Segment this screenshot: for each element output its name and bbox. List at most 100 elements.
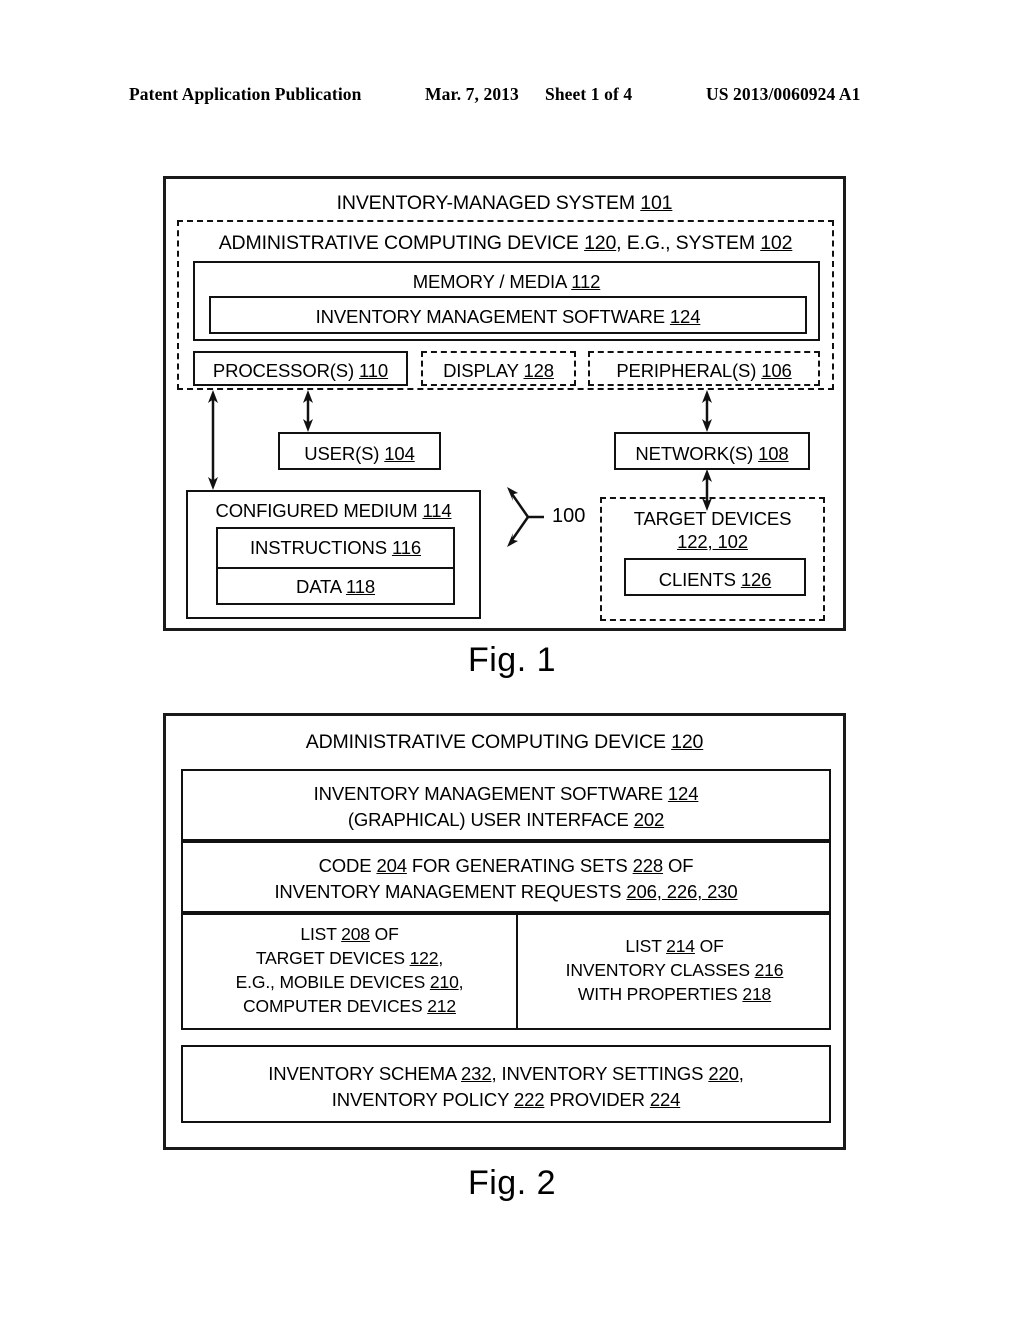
arrow-admin-to-users (303, 390, 313, 432)
fig2-list208-line3-a: E.G., MOBILE DEVICES (235, 972, 426, 992)
configured-medium-box: CONFIGURED MEDIUM 114 INSTRUCTIONS 116 D… (186, 490, 481, 619)
header-sheet: Sheet 1 of 4 (545, 84, 633, 104)
display-ref: 128 (523, 360, 554, 381)
networks-ref: 108 (758, 443, 789, 464)
clients-box: CLIENTS 126 (624, 558, 806, 596)
users-box: USER(S) 104 (278, 432, 441, 470)
fig2-code-line2-ref: 206, 226, 230 (626, 881, 738, 902)
fig2-code-line1-ref2: 228 (632, 855, 664, 876)
users-label-text: USER(S) (304, 443, 380, 464)
fig2-list214-line3: WITH PROPERTIES 218 (518, 982, 831, 1007)
peripherals-box: PERIPHERAL(S) 106 (588, 351, 820, 386)
fig2-list214-line2-a: INVENTORY CLASSES (565, 960, 750, 980)
fig2-list208-line2-b: , (438, 948, 444, 968)
peripherals-label: PERIPHERAL(S) 106 (590, 358, 818, 383)
inventory-management-software-label-text: INVENTORY MANAGEMENT SOFTWARE (315, 306, 665, 327)
header-publication: Patent Application Publication (129, 84, 362, 104)
target-devices-label: TARGET DEVICES (602, 506, 823, 531)
admin-device-eg-text: , E.G., SYSTEM (616, 232, 755, 254)
fig2-schema-line1-b: , INVENTORY SETTINGS (491, 1063, 704, 1084)
data-label: DATA 118 (218, 574, 453, 599)
admin-device-label-text: ADMINISTRATIVE COMPUTING DEVICE (218, 232, 579, 254)
configured-medium-ref: 114 (422, 500, 452, 521)
inventory-management-software-box: INVENTORY MANAGEMENT SOFTWARE 124 (209, 296, 807, 334)
fig2-software-ui-box: INVENTORY MANAGEMENT SOFTWARE 124 (GRAPH… (181, 769, 831, 841)
admin-device-ref: 120 (584, 232, 617, 254)
processors-box: PROCESSOR(S) 110 (193, 351, 408, 386)
fig2-list214-column: LIST 214 OF INVENTORY CLASSES 216 WITH P… (518, 915, 831, 1028)
fig2-admin-device-ref: 120 (671, 731, 704, 753)
fig2-software-line2-ref: 202 (633, 809, 665, 830)
configured-medium-label: CONFIGURED MEDIUM 114 (188, 498, 479, 523)
arrow-admin-to-networks (702, 390, 712, 432)
figure-1-frame: INVENTORY-MANAGED SYSTEM 101 ADMINISTRAT… (163, 176, 846, 631)
networks-box: NETWORK(S) 108 (614, 432, 810, 470)
fig2-schema-line2: INVENTORY POLICY 222 PROVIDER 224 (183, 1087, 829, 1112)
callout-100-arrow (507, 487, 544, 547)
clients-label-text: CLIENTS (658, 569, 736, 590)
fig2-schema-line1-ref2: 220 (708, 1063, 739, 1084)
admin-device-eg-ref: 102 (760, 232, 793, 254)
processors-ref: 110 (359, 360, 389, 381)
fig2-code-line2: INVENTORY MANAGEMENT REQUESTS 206, 226, … (183, 879, 829, 904)
fig2-list208-line1-b: OF (374, 924, 399, 944)
fig2-list214-line1: LIST 214 OF (518, 934, 831, 959)
fig2-code-line1-c: OF (668, 855, 694, 876)
data-label-text: DATA (295, 576, 341, 597)
display-box: DISPLAY 128 (421, 351, 576, 386)
peripherals-label-text: PERIPHERAL(S) (616, 360, 757, 381)
fig2-list214-line1-b: OF (699, 936, 724, 956)
fig2-list208-line3: E.G., MOBILE DEVICES 210, (183, 970, 516, 995)
fig2-schema-line1-ref: 232 (461, 1063, 492, 1084)
fig2-list208-line4-ref: 212 (427, 996, 456, 1016)
fig2-list214-line1-a: LIST (625, 936, 662, 956)
fig2-code-line1-a: CODE (318, 855, 372, 876)
instructions-data-box: INSTRUCTIONS 116 DATA 118 (216, 527, 455, 605)
processors-label: PROCESSOR(S) 110 (195, 358, 406, 383)
header-doc-number: US 2013/0060924 A1 (706, 84, 861, 104)
clients-ref: 126 (740, 569, 772, 590)
target-devices-box: TARGET DEVICES 122, 102 CLIENTS 126 (600, 497, 825, 621)
fig2-schema-settings-box: INVENTORY SCHEMA 232, INVENTORY SETTINGS… (181, 1045, 831, 1123)
target-devices-ref-line: 122, 102 (602, 529, 823, 554)
fig2-schema-line1-c: , (738, 1063, 744, 1084)
target-devices-label-text: TARGET DEVICES (633, 508, 792, 529)
fig2-list208-line2-a: TARGET DEVICES (255, 948, 405, 968)
system-ref: 101 (640, 192, 673, 214)
system-title-text: INVENTORY-MANAGED SYSTEM (336, 192, 636, 214)
processors-label-text: PROCESSOR(S) (212, 360, 355, 381)
fig2-schema-line2-b: PROVIDER (549, 1089, 645, 1110)
callout-100-label: 100 (552, 505, 586, 527)
networks-label-text: NETWORK(S) (635, 443, 754, 464)
fig2-code-line1-ref: 204 (376, 855, 407, 876)
instructions-label-text: INSTRUCTIONS (250, 537, 387, 558)
data-ref: 118 (345, 576, 376, 597)
instructions-label: INSTRUCTIONS 116 (218, 535, 453, 560)
fig2-list208-line1-ref: 208 (341, 924, 370, 944)
memory-media-box: MEMORY / MEDIA 112 INVENTORY MANAGEMENT … (193, 261, 820, 341)
fig2-software-line1-ref: 124 (667, 783, 699, 804)
fig2-list214-line1-ref: 214 (666, 936, 695, 956)
fig2-list208-line4: COMPUTER DEVICES 212 (183, 994, 516, 1019)
display-label: DISPLAY 128 (423, 358, 574, 383)
fig2-list208-line1: LIST 208 OF (183, 922, 516, 947)
arrow-admin-to-configured-medium (208, 390, 218, 490)
fig2-lists-row: LIST 208 OF TARGET DEVICES 122, E.G., MO… (181, 913, 831, 1030)
admin-device-label: ADMINISTRATIVE COMPUTING DEVICE 120, E.G… (179, 231, 832, 256)
fig2-code-line1: CODE 204 FOR GENERATING SETS 228 OF (183, 853, 829, 878)
fig2-list208-line2: TARGET DEVICES 122, (183, 946, 516, 971)
instructions-ref: 116 (391, 537, 421, 558)
users-label: USER(S) 104 (280, 441, 439, 466)
fig2-code-line1-b: FOR GENERATING SETS (411, 855, 628, 876)
fig2-code-line2-a: INVENTORY MANAGEMENT REQUESTS (274, 881, 622, 902)
fig2-list208-column: LIST 208 OF TARGET DEVICES 122, E.G., MO… (183, 915, 516, 1028)
fig2-list208-line3-b: , (458, 972, 464, 992)
display-label-text: DISPLAY (443, 360, 519, 381)
configured-medium-label-text: CONFIGURED MEDIUM (215, 500, 418, 521)
fig2-schema-line1: INVENTORY SCHEMA 232, INVENTORY SETTINGS… (183, 1061, 829, 1086)
inventory-management-software-ref: 124 (669, 306, 701, 327)
fig2-list214-line2-ref: 216 (754, 960, 784, 980)
fig2-schema-line2-a: INVENTORY POLICY (331, 1089, 509, 1110)
instructions-data-divider (218, 567, 453, 569)
fig2-list214-line3-a: WITH PROPERTIES (577, 984, 738, 1004)
